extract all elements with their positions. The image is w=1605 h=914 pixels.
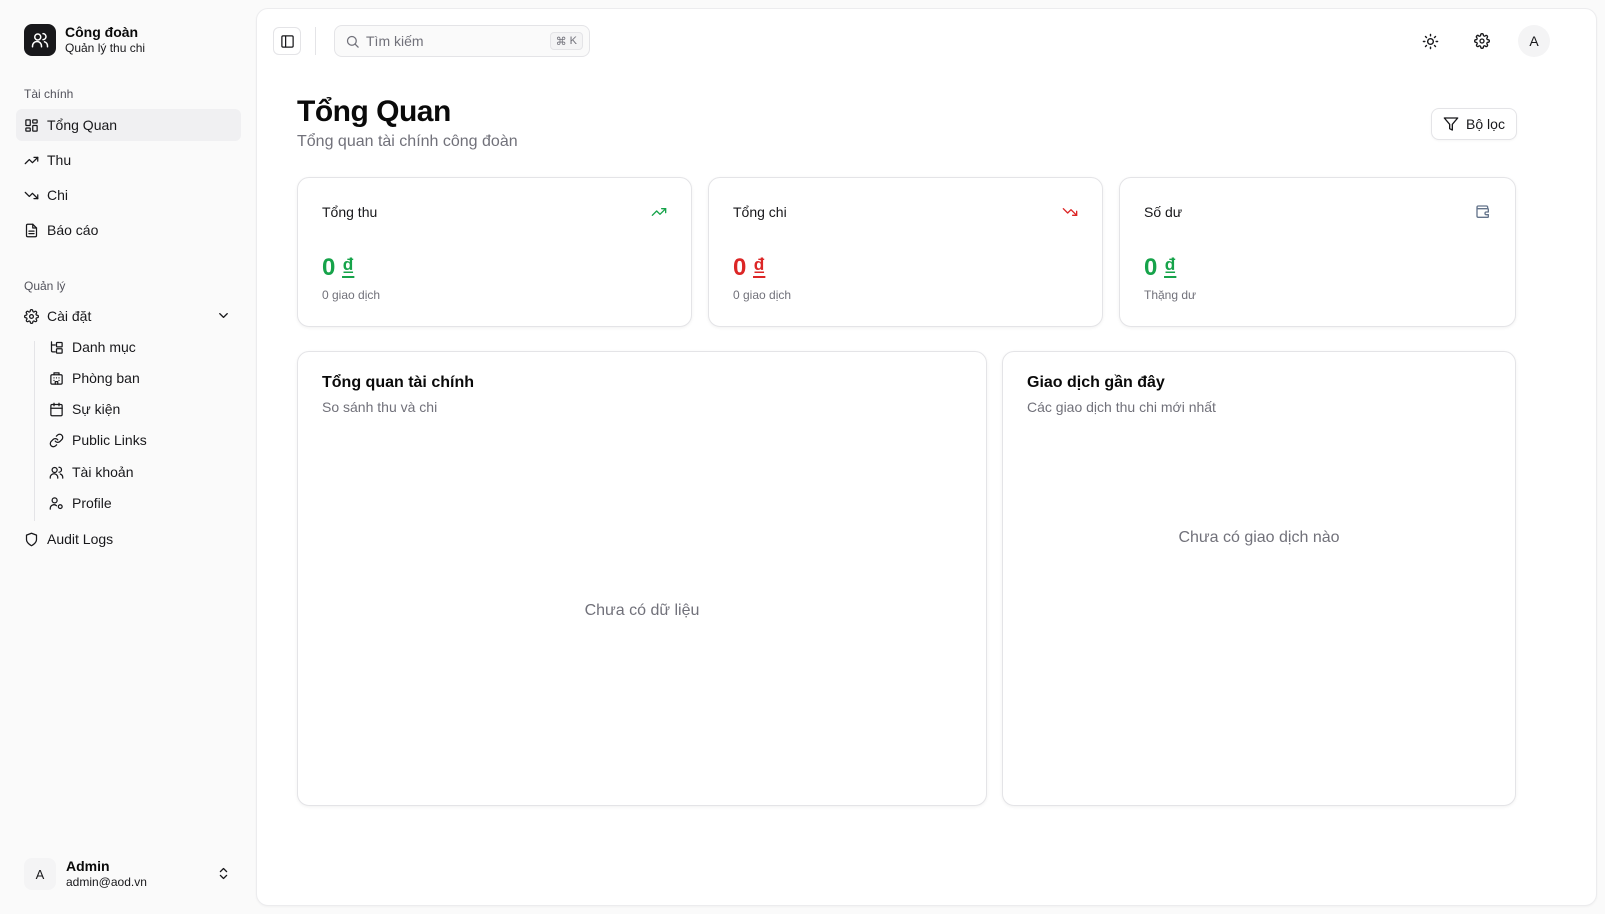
empty-state: Chưa có giao dịch nào — [1178, 529, 1340, 546]
brand-title: Công đoàn — [65, 24, 139, 40]
theme-toggle-button[interactable] — [1414, 25, 1446, 57]
layout-dashboard-icon — [24, 118, 39, 133]
gear-icon — [1474, 33, 1490, 49]
sidebar-item-label: Tổng Quan — [47, 117, 118, 133]
sidebar-item-label: Cài đặt — [47, 308, 92, 324]
currency-symbol: ₫ — [753, 254, 766, 281]
stat-note: Thặng dư — [1144, 288, 1197, 302]
stat-value: 0 ₫ — [733, 254, 765, 282]
recent-transactions-panel: Giao dịch gần đây Các giao dịch thu chi … — [1002, 351, 1516, 806]
chevrons-up-down-icon — [216, 866, 231, 881]
settings-button[interactable] — [1466, 25, 1498, 57]
search-box[interactable]: ⌘ K — [334, 25, 590, 57]
search-icon — [345, 34, 360, 49]
stat-card-income: Tổng thu 0 ₫ 0 giao dịch — [297, 177, 692, 327]
sidebar-item-label: Tài khoản — [72, 464, 134, 480]
sidebar-item-label: Profile — [72, 495, 112, 511]
sidebar: Công đoàn Quản lý thu chi Tài chính Tổng… — [0, 0, 256, 914]
group-label-manage: Quản lý — [24, 279, 66, 293]
financial-overview-panel: Tổng quan tài chính So sánh thu và chi C… — [297, 351, 987, 806]
stat-label: Tổng chi — [733, 204, 787, 220]
shortcut-key: K — [569, 35, 577, 47]
trending-down-icon — [1062, 204, 1078, 220]
stat-note: 0 giao dịch — [733, 288, 792, 302]
filter-icon — [1443, 116, 1459, 132]
wallet-icon — [1475, 204, 1491, 220]
folder-tree-icon — [49, 340, 64, 355]
sidebar-item-label: Báo cáo — [47, 222, 99, 238]
panel-subtitle: Các giao dịch thu chi mới nhất — [1027, 399, 1216, 415]
stat-number: 0 — [733, 254, 747, 281]
currency-symbol: ₫ — [1164, 254, 1177, 281]
sidebar-item-departments[interactable]: Phòng ban — [41, 363, 241, 393]
submenu-divider — [34, 341, 35, 521]
gear-icon — [24, 308, 39, 324]
sidebar-item-public-links[interactable]: Public Links — [41, 425, 241, 455]
user-cog-icon — [49, 496, 64, 511]
building-icon — [49, 371, 64, 386]
filter-label: Bộ lọc — [1466, 116, 1505, 132]
main-content: ⌘ K A Tổng Quan Tổng quan tài chính công… — [256, 8, 1597, 906]
shortcut-hint: ⌘ K — [549, 32, 583, 50]
page-title: Tổng Quan — [297, 95, 451, 128]
stat-card-expense: Tổng chi 0 ₫ 0 giao dịch — [708, 177, 1103, 327]
empty-state: Chưa có dữ liệu — [584, 602, 700, 619]
user-menu[interactable]: A Admin admin@aod.vn — [16, 852, 241, 896]
sidebar-item-label: Chi — [47, 187, 69, 203]
stat-value: 0 ₫ — [1144, 254, 1176, 282]
chevron-down-icon[interactable] — [216, 308, 231, 323]
sidebar-item-categories[interactable]: Danh mục — [41, 332, 241, 362]
sidebar-item-label: Phòng ban — [72, 370, 140, 386]
panel-title: Tổng quan tài chính — [322, 374, 474, 391]
sidebar-toggle-button[interactable] — [273, 27, 301, 55]
account-avatar-button[interactable]: A — [1518, 25, 1550, 57]
brand-subtitle: Quản lý thu chi — [65, 41, 146, 55]
page-subtitle: Tổng quan tài chính công đoàn — [297, 133, 518, 150]
link-icon — [49, 433, 64, 448]
sidebar-item-settings[interactable]: Cài đặt — [16, 300, 241, 332]
sidebar-item-accounts[interactable]: Tài khoản — [41, 457, 241, 487]
users-icon — [24, 24, 56, 56]
shield-icon — [24, 532, 39, 547]
sidebar-item-label: Sự kiện — [72, 401, 121, 417]
sidebar-item-audit-logs[interactable]: Audit Logs — [16, 523, 241, 555]
trending-down-icon — [24, 188, 39, 203]
stat-note: 0 giao dịch — [322, 288, 381, 302]
panel-left-icon — [280, 34, 295, 49]
sidebar-item-events[interactable]: Sự kiện — [41, 394, 241, 424]
filter-button[interactable]: Bộ lọc — [1431, 108, 1517, 140]
avatar: A — [24, 858, 56, 890]
stat-label: Số dư — [1144, 204, 1183, 220]
sun-icon — [1422, 33, 1439, 50]
stat-card-balance: Số dư 0 ₫ Thặng dư — [1119, 177, 1516, 327]
brand[interactable]: Công đoàn Quản lý thu chi — [24, 24, 145, 56]
toolbar-divider — [315, 27, 316, 55]
sidebar-item-overview[interactable]: Tổng Quan — [16, 109, 241, 141]
command-key-icon: ⌘ — [555, 35, 567, 48]
trending-up-icon — [651, 204, 667, 220]
group-label-finance: Tài chính — [24, 87, 74, 101]
sidebar-item-expense[interactable]: Chi — [16, 179, 241, 211]
sidebar-item-income[interactable]: Thu — [16, 144, 241, 176]
users-icon — [49, 465, 64, 480]
stat-number: 0 — [322, 254, 336, 281]
sidebar-item-label: Thu — [47, 152, 72, 168]
panel-title: Giao dịch gần đây — [1027, 374, 1165, 391]
sidebar-item-profile[interactable]: Profile — [41, 488, 241, 518]
sidebar-item-label: Audit Logs — [47, 531, 114, 547]
search-input[interactable] — [366, 33, 546, 49]
trending-up-icon — [24, 153, 39, 168]
stat-label: Tổng thu — [322, 204, 378, 220]
panel-subtitle: So sánh thu và chi — [322, 399, 438, 415]
sidebar-item-label: Public Links — [72, 432, 147, 448]
sidebar-item-reports[interactable]: Báo cáo — [16, 214, 241, 246]
calendar-icon — [49, 402, 64, 417]
stat-value: 0 ₫ — [322, 254, 354, 282]
file-text-icon — [24, 223, 39, 238]
stat-number: 0 — [1144, 254, 1158, 281]
sidebar-item-label: Danh mục — [72, 339, 136, 355]
user-name: Admin — [66, 858, 110, 874]
user-email: admin@aod.vn — [66, 875, 147, 889]
currency-symbol: ₫ — [342, 254, 355, 281]
